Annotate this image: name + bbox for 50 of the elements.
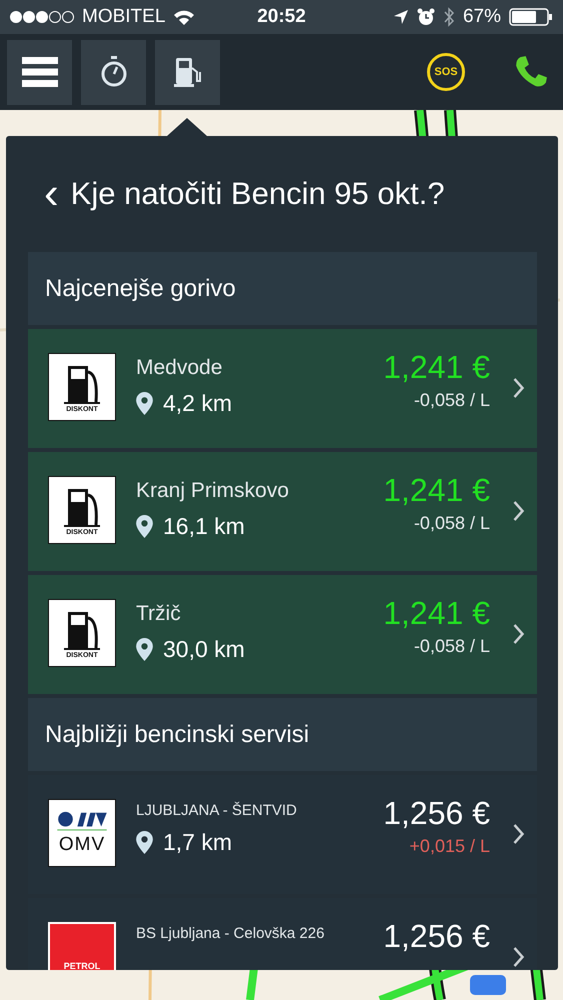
carrier-name: MOBITEL — [82, 6, 166, 28]
distance-text: 30,0 km — [163, 636, 245, 663]
location-pin-icon — [136, 831, 153, 854]
clock-time: 20:52 — [256, 6, 307, 28]
distance-text: 1,7 km — [163, 829, 232, 856]
menu-icon — [22, 57, 58, 87]
price-difference: -0,058 / L — [414, 390, 490, 411]
toolbar-button[interactable] — [81, 40, 146, 104]
fuel-price: 1,256 € — [383, 918, 490, 955]
station-name: Kranj Primskovo — [136, 479, 290, 503]
fuel-price: 1,241 € — [383, 349, 490, 386]
panel-title: Kje natočiti Bencin 95 okt.? — [70, 176, 445, 212]
location-pin-icon — [136, 638, 153, 661]
chevron-right-icon — [512, 823, 525, 845]
logo-text: OMV — [58, 834, 106, 856]
chevron-right-icon — [512, 377, 525, 399]
battery-percentage: 67% — [462, 6, 501, 28]
fuel-price: 1,256 € — [383, 795, 490, 832]
distance-text: 4,2 km — [163, 390, 232, 417]
back-button[interactable]: ‹ — [44, 172, 59, 216]
fuel-pump-icon — [174, 56, 202, 88]
logo-text: PETROL — [64, 961, 100, 970]
section-header: Najbližji bencinski servisi — [28, 698, 537, 771]
alarm-clock-icon — [416, 8, 435, 26]
location-pin-icon — [136, 392, 153, 415]
stopwatch-icon — [100, 56, 128, 88]
bluetooth-icon — [442, 7, 455, 27]
signal-icon — [10, 10, 74, 24]
location-pin-icon — [136, 515, 153, 538]
chevron-right-icon — [512, 946, 525, 968]
chevron-right-icon — [512, 623, 525, 645]
toolbar-button[interactable] — [7, 40, 72, 104]
price-difference: -0,058 / L — [414, 636, 490, 657]
fuel-price: 1,241 € — [383, 595, 490, 632]
fuel-price: 1,241 € — [383, 472, 490, 509]
station-name: Medvode — [136, 356, 224, 380]
section-header: Najcenejše gorivo — [28, 252, 537, 325]
price-difference: -0,058 / L — [414, 513, 490, 534]
location-arrow-icon — [392, 9, 409, 25]
chevron-right-icon — [512, 500, 525, 522]
station-name: Tržič — [136, 602, 182, 626]
price-difference: +0,015 / L — [409, 836, 490, 857]
phone-icon[interactable] — [514, 55, 548, 89]
wifi-icon — [173, 9, 196, 25]
station-name: LJUBLJANA - ŠENTVID — [136, 802, 298, 819]
station-name: BS Ljubljana - Celovška 226 — [136, 925, 326, 942]
distance-text: 16,1 km — [163, 513, 245, 540]
sos-button[interactable]: SOS — [427, 53, 465, 91]
battery-icon — [509, 7, 553, 27]
logo-emblem-icon — [55, 810, 109, 832]
